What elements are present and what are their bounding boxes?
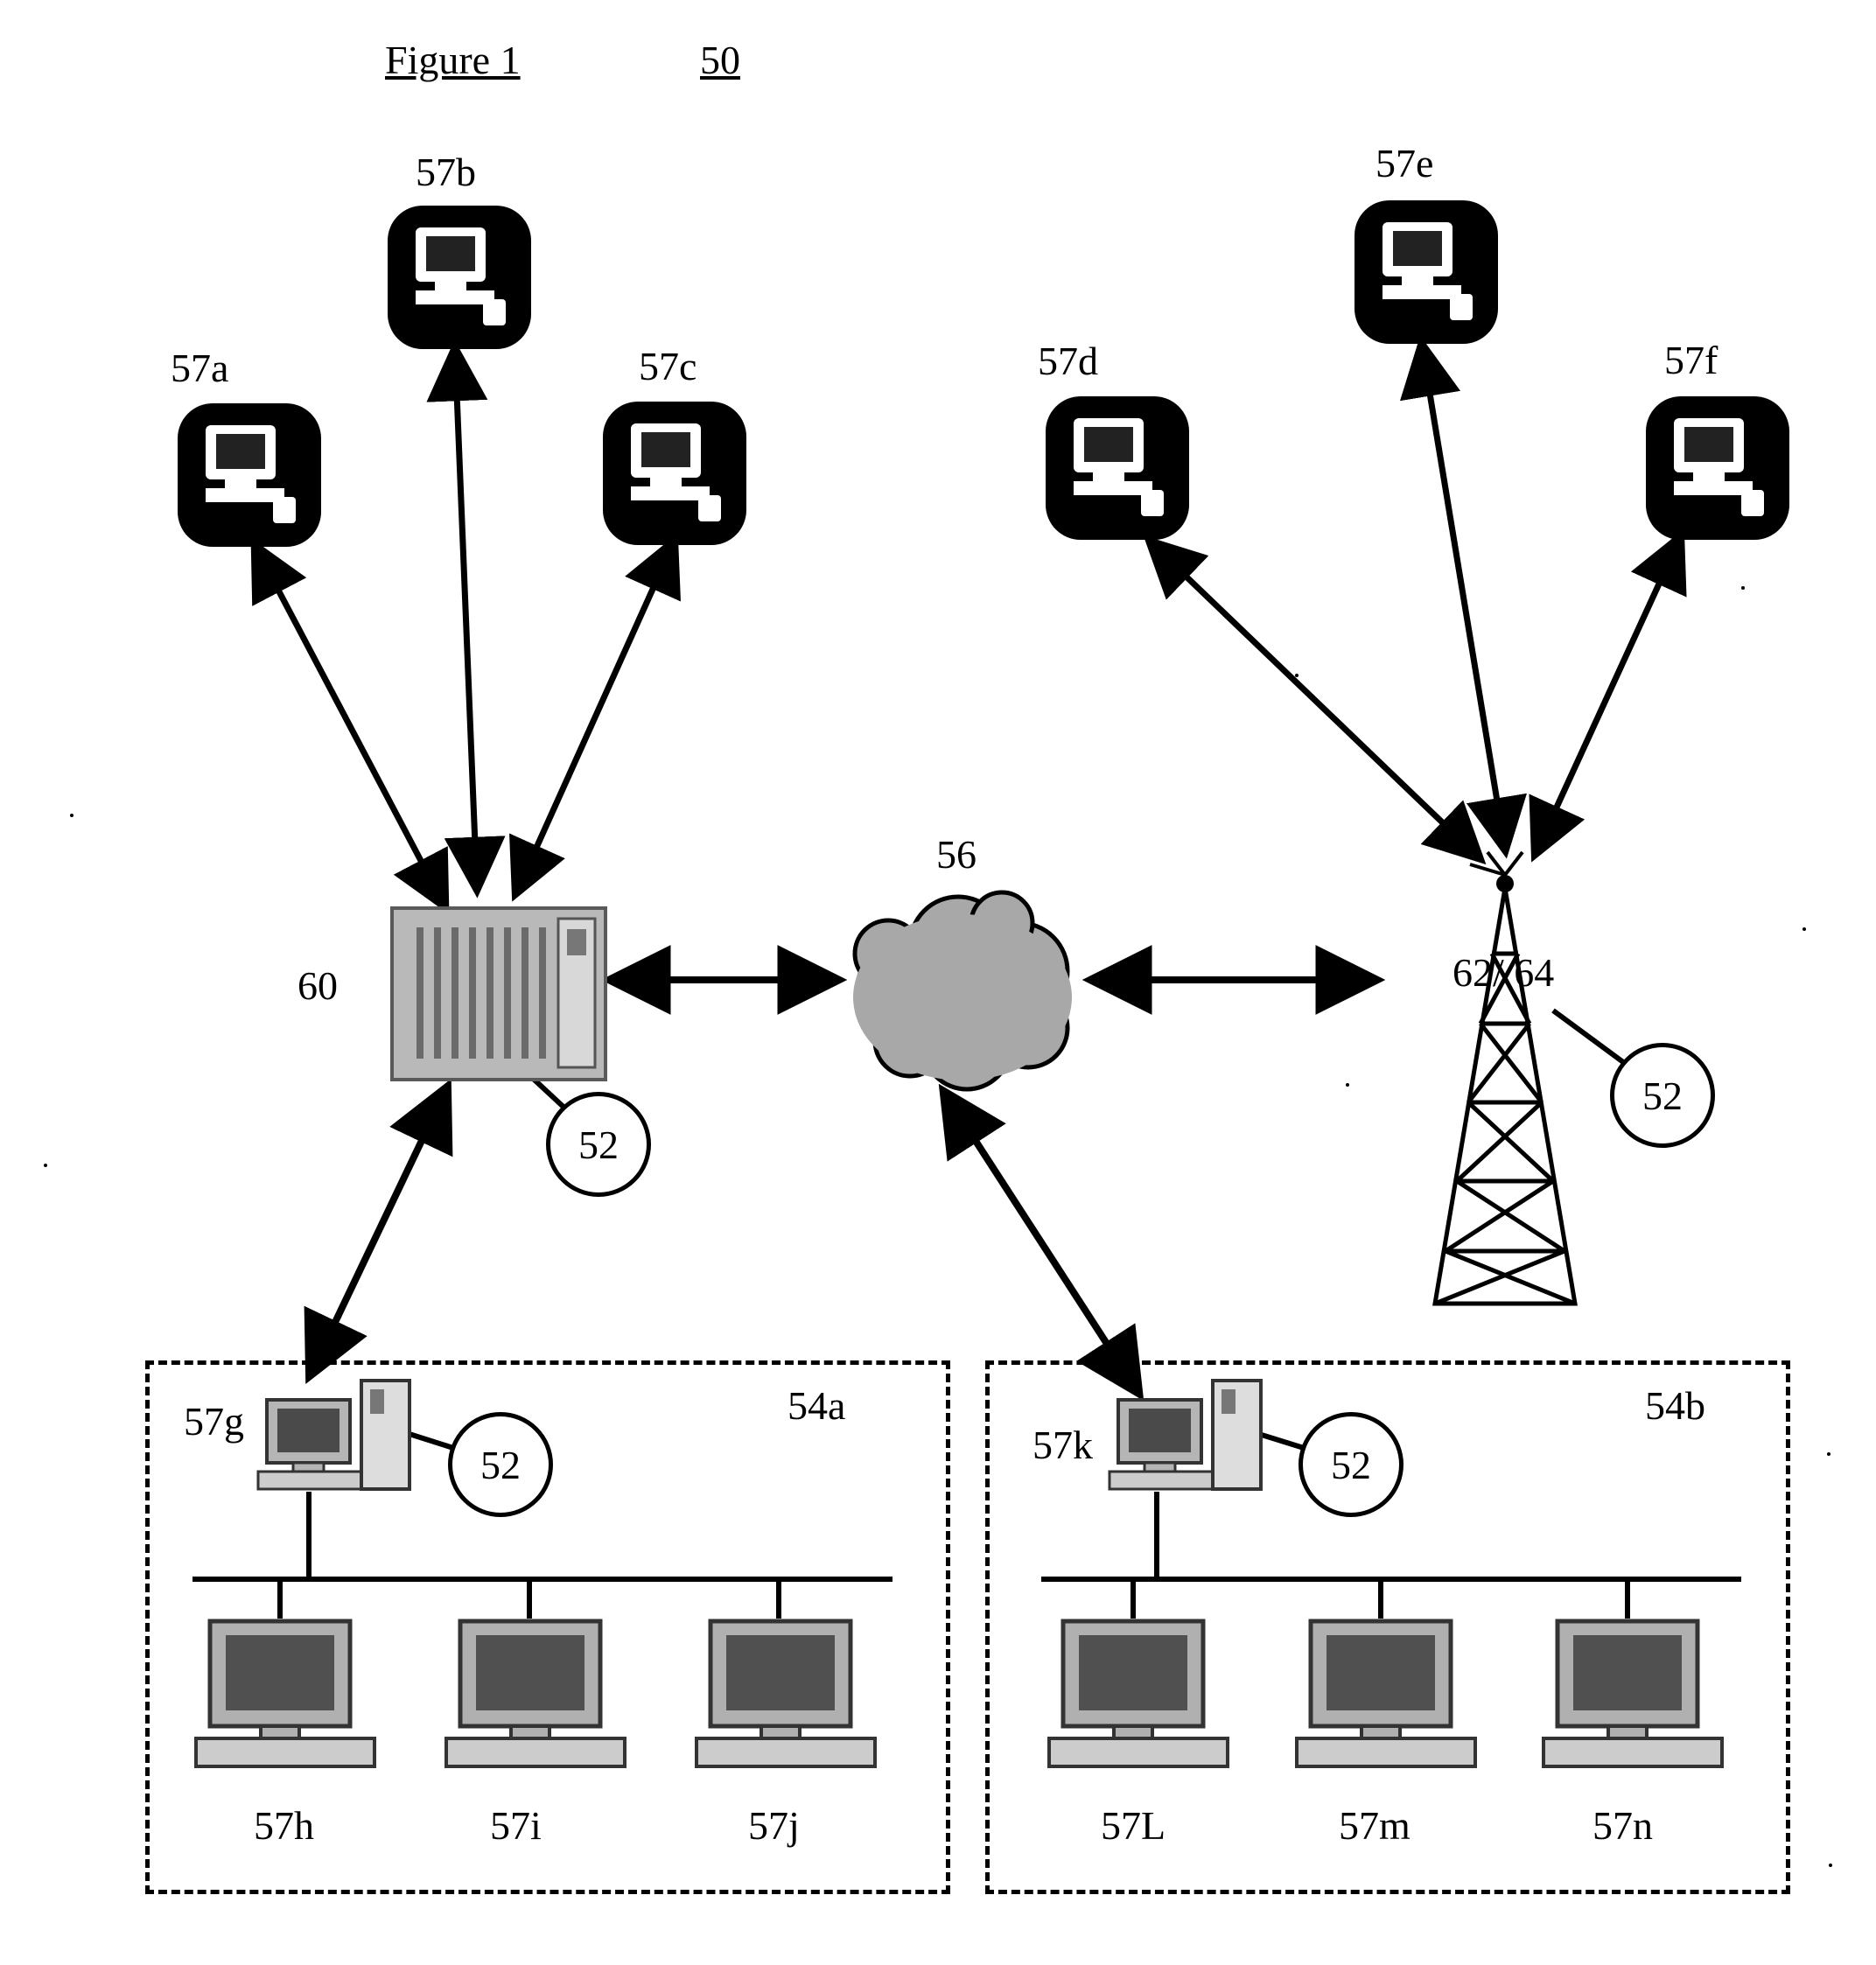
ref-52-lan-a-text: 52 [480, 1442, 521, 1488]
label-56: 56 [936, 831, 976, 878]
ref-52-hub: 52 [546, 1092, 651, 1197]
ref-52-lan-b-text: 52 [1331, 1442, 1371, 1488]
label-57i: 57i [490, 1802, 542, 1849]
cloud-icon [827, 875, 1107, 1102]
terminal-icon-57d [1043, 394, 1192, 542]
label-57l: 57L [1101, 1802, 1166, 1849]
label-57f: 57f [1664, 337, 1718, 383]
terminal-icon-57b [385, 203, 534, 352]
pc-57l [1046, 1612, 1238, 1779]
label-57b: 57b [416, 149, 476, 195]
pc-57n [1540, 1612, 1732, 1779]
label-57k: 57k [1032, 1422, 1093, 1468]
terminal-icon-57a [175, 401, 324, 549]
ref-52-tower: 52 [1610, 1043, 1715, 1148]
terminal-icon-57f [1643, 394, 1792, 542]
label-57m: 57m [1339, 1802, 1410, 1849]
label-57g: 57g [184, 1398, 244, 1444]
tower-icon [1409, 857, 1619, 1330]
pc-57m [1293, 1612, 1486, 1779]
label-57n: 57n [1592, 1802, 1653, 1849]
terminal-icon-57c [600, 399, 749, 548]
ref-52-tower-text: 52 [1642, 1073, 1683, 1119]
pc-57j [693, 1612, 886, 1779]
label-60: 60 [298, 962, 338, 1009]
label-57h: 57h [254, 1802, 314, 1849]
diagram-canvas: Figure 1 50 57a [0, 0, 1876, 1965]
pc-57i [443, 1612, 635, 1779]
label-57a: 57a [171, 345, 228, 391]
label-57d: 57d [1038, 338, 1098, 384]
pc-57h [192, 1612, 385, 1779]
label-57c: 57c [639, 343, 696, 389]
label-54b: 54b [1645, 1382, 1705, 1429]
label-57e: 57e [1376, 140, 1433, 186]
label-54a: 54a [788, 1382, 845, 1429]
terminal-icon-57e [1352, 198, 1501, 346]
hub-icon [385, 901, 612, 1094]
ref-52-hub-text: 52 [578, 1122, 619, 1168]
label-57j: 57j [748, 1802, 800, 1849]
